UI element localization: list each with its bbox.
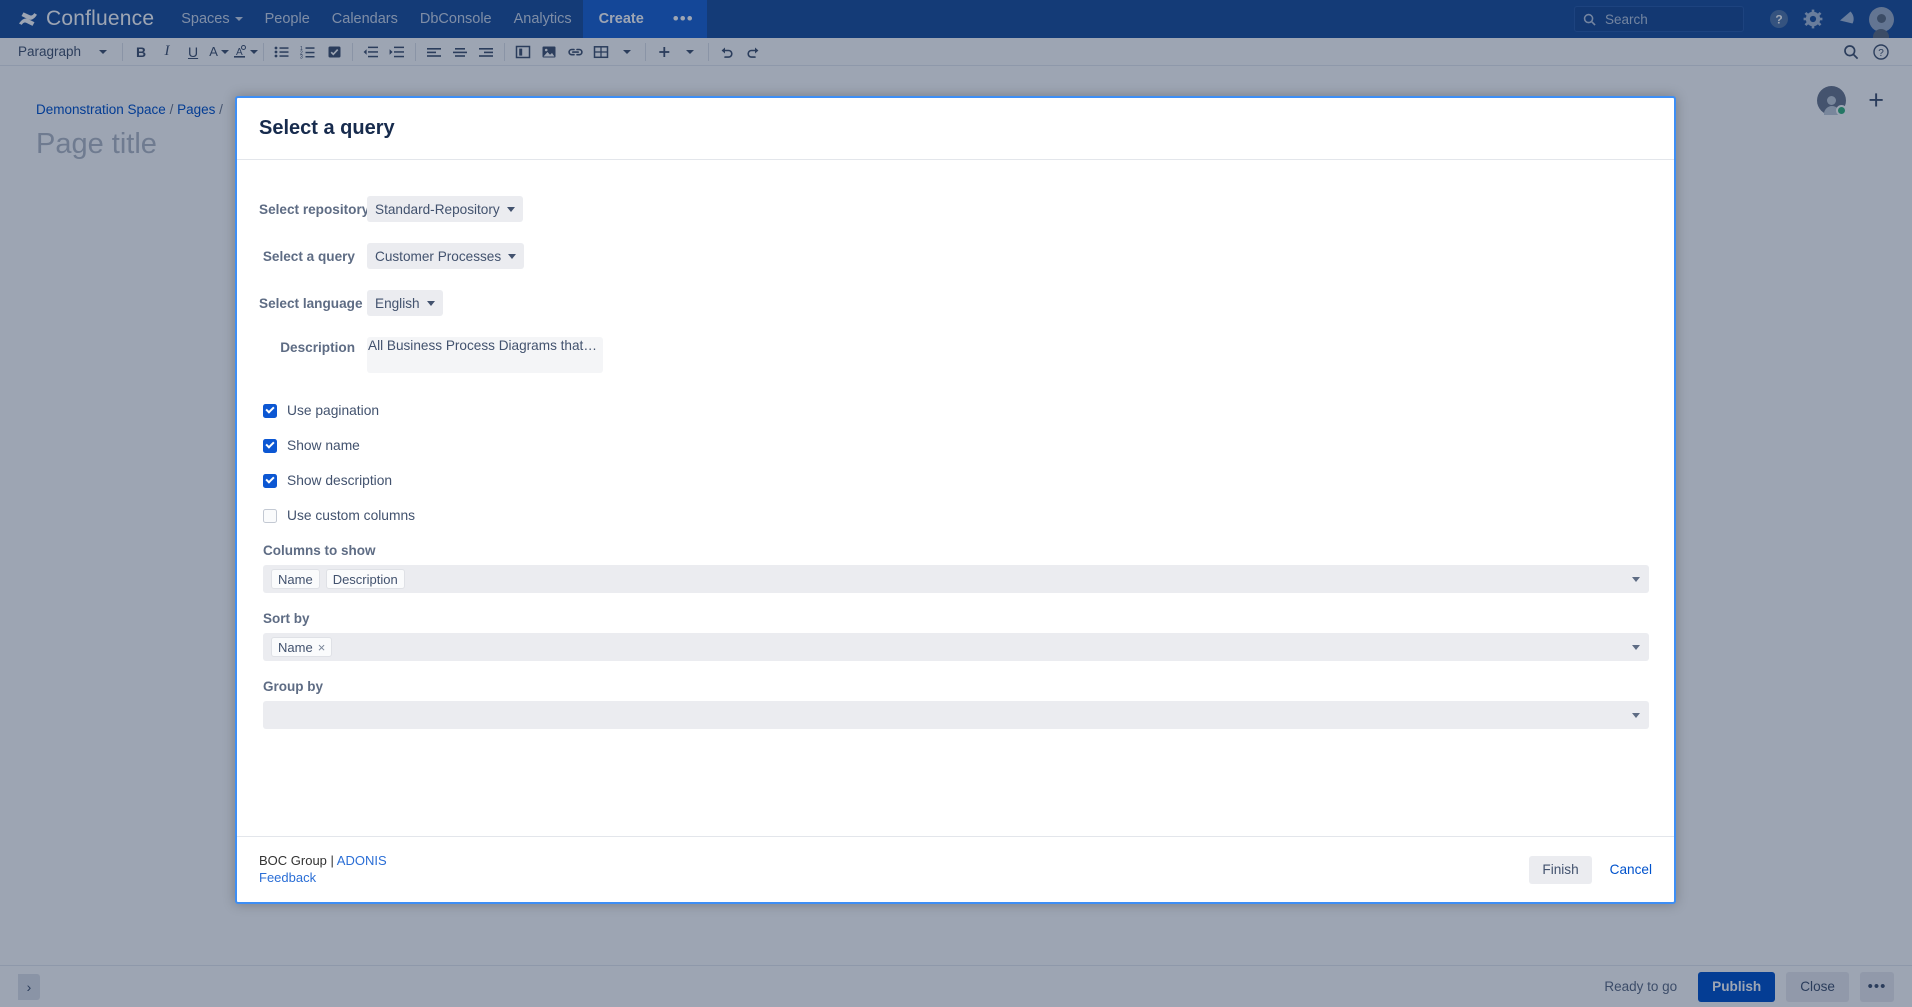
- select-language-dropdown[interactable]: English: [367, 290, 443, 316]
- sort-by-select[interactable]: Name ×: [263, 633, 1649, 661]
- vendor-info: BOC Group | ADONIS Feedback: [259, 853, 387, 886]
- tag-label: Description: [332, 571, 398, 587]
- cancel-button[interactable]: Cancel: [1610, 862, 1652, 877]
- show-description-checkbox[interactable]: [263, 473, 277, 488]
- group-by-group: Group by: [259, 679, 1652, 729]
- dialog-body: Select repository Standard-Repository Se…: [237, 160, 1674, 836]
- chevron-down-icon: [506, 206, 515, 212]
- field-row-query: Select a query Customer Processes: [259, 243, 1652, 269]
- chevron-down-icon: [508, 253, 517, 259]
- select-query-dialog: Select a query Select repository Standar…: [235, 96, 1676, 904]
- use-custom-columns-label[interactable]: Use custom columns: [287, 508, 415, 523]
- select-language-value: English: [375, 295, 420, 311]
- remove-tag-icon[interactable]: ×: [318, 641, 326, 654]
- finish-button[interactable]: Finish: [1529, 855, 1592, 884]
- description-value-box: All Business Process Diagrams that…: [367, 337, 603, 373]
- select-query-dropdown[interactable]: Customer Processes: [367, 243, 525, 269]
- checkbox-row-show-name: Show name: [259, 438, 1652, 453]
- dialog-header: Select a query: [237, 98, 1674, 160]
- sort-by-group: Sort by Name ×: [259, 611, 1652, 661]
- field-row-repository: Select repository Standard-Repository: [259, 196, 1652, 222]
- vendor-name: BOC Group |: [259, 853, 337, 869]
- field-row-description: Description All Business Process Diagram…: [259, 337, 1652, 373]
- use-pagination-label[interactable]: Use pagination: [287, 403, 379, 418]
- columns-to-show-tag: Description: [325, 569, 405, 589]
- dialog-footer: BOC Group | ADONIS Feedback Finish Cance…: [237, 836, 1674, 902]
- checkbox-row-use-custom-columns: Use custom columns: [259, 508, 1652, 523]
- select-repository-value: Standard-Repository: [375, 201, 500, 217]
- chevron-down-icon: [1632, 644, 1640, 650]
- chevron-down-icon: [1632, 576, 1640, 582]
- sort-by-label: Sort by: [263, 611, 310, 626]
- field-row-language: Select language English: [259, 290, 1652, 316]
- group-by-label: Group by: [263, 679, 323, 694]
- dialog-actions: Finish Cancel: [1529, 855, 1652, 884]
- select-language-label: Select language: [259, 295, 363, 311]
- columns-to-show-tag: Name: [271, 569, 320, 589]
- dialog-title: Select a query: [259, 117, 395, 139]
- select-repository-dropdown[interactable]: Standard-Repository: [367, 196, 523, 222]
- checkbox-row-use-pagination: Use pagination: [259, 403, 1652, 418]
- select-repository-label: Select repository: [259, 201, 370, 217]
- select-query-label: Select a query: [262, 248, 355, 264]
- columns-to-show-group: Columns to show Name Description: [259, 543, 1652, 593]
- show-name-checkbox[interactable]: [263, 438, 277, 453]
- tag-label: Name: [278, 571, 313, 587]
- columns-to-show-select[interactable]: Name Description: [263, 565, 1649, 593]
- adonis-link[interactable]: ADONIS: [337, 853, 387, 868]
- show-name-label[interactable]: Show name: [287, 438, 360, 453]
- sort-by-tag: Name ×: [271, 637, 333, 657]
- use-pagination-checkbox[interactable]: [263, 403, 277, 418]
- chevron-down-icon: [426, 300, 435, 306]
- show-description-label[interactable]: Show description: [287, 473, 392, 488]
- chevron-down-icon: [1632, 712, 1640, 718]
- use-custom-columns-checkbox[interactable]: [263, 508, 277, 523]
- description-label: Description: [280, 340, 355, 355]
- columns-to-show-label: Columns to show: [263, 543, 376, 558]
- checkbox-row-show-description: Show description: [259, 473, 1652, 488]
- select-query-value: Customer Processes: [375, 248, 502, 264]
- group-by-select[interactable]: [263, 701, 1649, 729]
- description-value: All Business Process Diagrams that…: [368, 338, 597, 353]
- tag-label: Name: [278, 639, 313, 655]
- feedback-link[interactable]: Feedback: [259, 870, 316, 885]
